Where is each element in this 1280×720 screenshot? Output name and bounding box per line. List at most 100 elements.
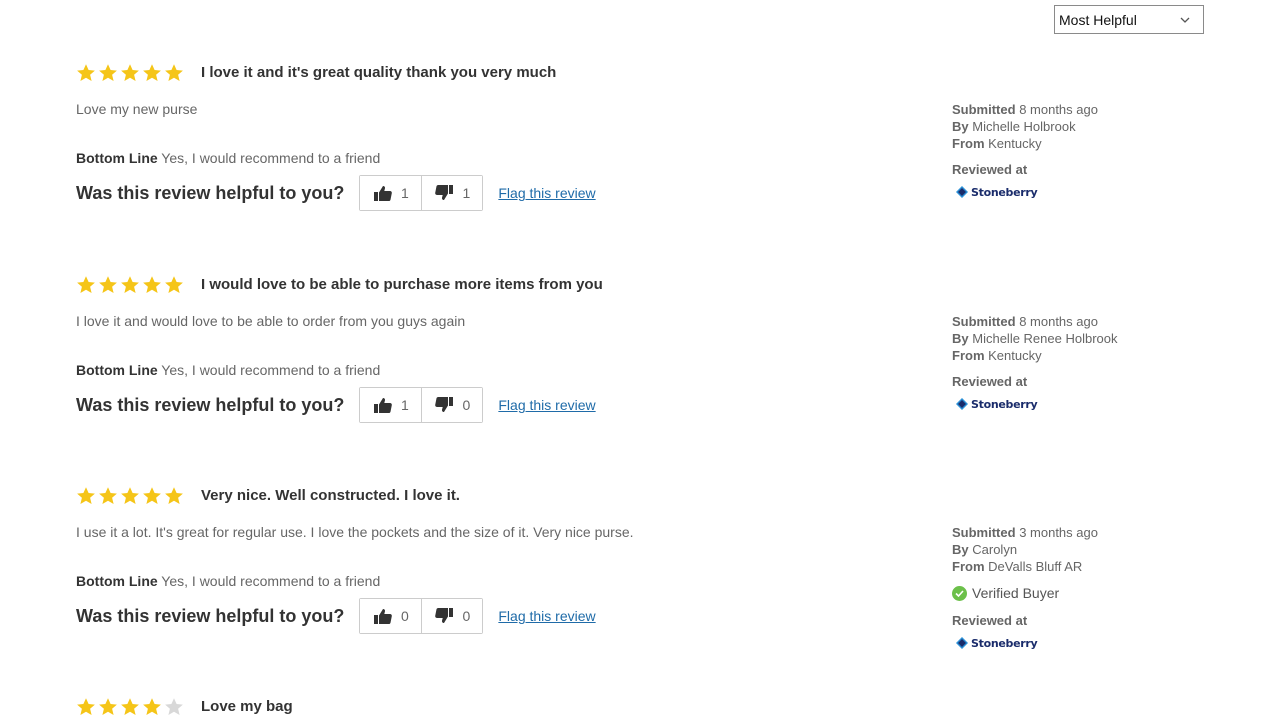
star-filled-icon: [77, 698, 95, 715]
location-label: From: [952, 348, 985, 363]
reviewed-at-label: Reviewed at: [952, 613, 1028, 628]
author-row: By Michelle Renee Holbrook: [952, 330, 1118, 347]
review-body: I use it a lot. It's great for regular u…: [76, 524, 634, 540]
review-headline: Love my bag: [201, 698, 293, 715]
submitted-row: Submitted 8 months ago: [952, 101, 1098, 118]
reviewed-at-label: Reviewed at: [952, 374, 1028, 389]
bottom-line: Bottom Line Yes, I would recommend to a …: [76, 362, 380, 378]
thumbs-up-icon: [373, 398, 392, 413]
helpful-no-count: 1: [462, 185, 471, 201]
sort-select[interactable]: Most Helpful: [1054, 5, 1204, 34]
star-filled-icon: [121, 698, 139, 715]
helpful-question: Was this review helpful to you?: [76, 182, 345, 203]
review-body: Love my new purse: [76, 101, 198, 117]
flag-review-link[interactable]: Flag this review: [498, 397, 595, 413]
review-meta: Submitted 8 months ago By Michelle Renee…: [952, 313, 1118, 412]
submitted-value: 3 months ago: [1019, 525, 1098, 540]
stoneberry-wordmark: Stoneberry: [971, 185, 1038, 199]
review-card: Love my bag: [0, 697, 1280, 720]
author-row: By Carolyn: [952, 541, 1098, 558]
author-label: By: [952, 542, 969, 557]
star-rating: [76, 63, 184, 83]
stoneberry-wordmark: Stoneberry: [971, 397, 1038, 411]
star-filled-icon: [99, 698, 117, 715]
star-filled-icon: [165, 487, 183, 504]
location-row: From Kentucky: [952, 135, 1098, 152]
bottom-line-value: Yes, I would recommend to a friend: [161, 573, 381, 589]
location-value: Kentucky: [988, 348, 1042, 363]
helpful-yes-button[interactable]: 1: [360, 388, 422, 422]
thumbs-down-icon: [435, 185, 454, 200]
bottom-line-label: Bottom Line: [76, 150, 158, 166]
star-filled-icon: [77, 64, 95, 81]
location-value: DeValls Bluff AR: [988, 559, 1083, 574]
helpful-question: Was this review helpful to you?: [76, 605, 345, 626]
author-name: Michelle Holbrook: [972, 119, 1076, 134]
bottom-line-value: Yes, I would recommend to a friend: [161, 362, 381, 378]
author-label: By: [952, 119, 969, 134]
author-name: Michelle Renee Holbrook: [972, 331, 1118, 346]
helpful-no-button[interactable]: 1: [421, 176, 483, 210]
bottom-line-label: Bottom Line: [76, 573, 158, 589]
submitted-label: Submitted: [952, 102, 1016, 117]
verified-buyer-badge: Verified Buyer: [952, 585, 1098, 602]
star-filled-icon: [143, 276, 161, 293]
star-filled-icon: [99, 487, 117, 504]
helpful-no-button[interactable]: 0: [421, 599, 483, 633]
star-filled-icon: [99, 276, 117, 293]
check-circle-icon: [952, 586, 967, 601]
helpful-yes-count: 1: [400, 397, 409, 413]
star-filled-icon: [121, 487, 139, 504]
submitted-row: Submitted 8 months ago: [952, 313, 1118, 330]
review-meta: Submitted 8 months ago By Michelle Holbr…: [952, 101, 1098, 200]
thumbs-down-icon: [435, 397, 454, 412]
helpful-yes-button[interactable]: 0: [360, 599, 422, 633]
helpful-row: Was this review helpful to you? 1 0 Flag…: [76, 387, 596, 423]
stoneberry-mark-icon: [956, 186, 968, 198]
location-label: From: [952, 559, 985, 574]
review-card: I would love to be able to purchase more…: [0, 275, 1280, 435]
vote-group: 1 1: [359, 175, 484, 211]
review-headline: I would love to be able to purchase more…: [201, 276, 603, 293]
star-filled-icon: [121, 64, 139, 81]
submitted-row: Submitted 3 months ago: [952, 524, 1098, 541]
location-row: From DeValls Bluff AR: [952, 558, 1098, 575]
star-empty-icon: [165, 698, 183, 715]
flag-review-link[interactable]: Flag this review: [498, 608, 595, 624]
bottom-line: Bottom Line Yes, I would recommend to a …: [76, 573, 380, 589]
stoneberry-logo: Stoneberry: [956, 396, 1118, 412]
helpful-no-count: 0: [462, 608, 471, 624]
review-card: I love it and it's great quality thank y…: [0, 63, 1280, 223]
submitted-value: 8 months ago: [1019, 102, 1098, 117]
stoneberry-mark-icon: [956, 637, 968, 649]
helpful-no-button[interactable]: 0: [421, 388, 483, 422]
review-meta: Submitted 3 months ago By Carolyn From D…: [952, 524, 1098, 651]
author-label: By: [952, 331, 969, 346]
star-filled-icon: [99, 64, 117, 81]
helpful-row: Was this review helpful to you? 0 0 Flag…: [76, 598, 596, 634]
star-filled-icon: [165, 276, 183, 293]
star-filled-icon: [143, 64, 161, 81]
thumbs-down-icon: [435, 608, 454, 623]
star-filled-icon: [143, 487, 161, 504]
location-value: Kentucky: [988, 136, 1042, 151]
star-rating: [76, 486, 184, 506]
thumbs-up-icon: [373, 186, 392, 201]
chevron-down-icon: [1180, 17, 1190, 23]
author-name: Carolyn: [972, 542, 1018, 557]
star-rating: [76, 275, 184, 295]
verified-buyer-label: Verified Buyer: [972, 585, 1060, 601]
vote-group: 0 0: [359, 598, 484, 634]
star-rating: [76, 697, 184, 717]
review-card: Very nice. Well constructed. I love it. …: [0, 486, 1280, 676]
helpful-row: Was this review helpful to you? 1 1 Flag…: [76, 175, 596, 211]
thumbs-up-icon: [373, 609, 392, 624]
helpful-yes-count: 1: [400, 185, 409, 201]
helpful-yes-button[interactable]: 1: [360, 176, 422, 210]
star-filled-icon: [77, 487, 95, 504]
flag-review-link[interactable]: Flag this review: [498, 185, 595, 201]
star-filled-icon: [77, 276, 95, 293]
sort-select-value: Most Helpful: [1059, 11, 1137, 28]
helpful-yes-count: 0: [400, 608, 409, 624]
vote-group: 1 0: [359, 387, 484, 423]
